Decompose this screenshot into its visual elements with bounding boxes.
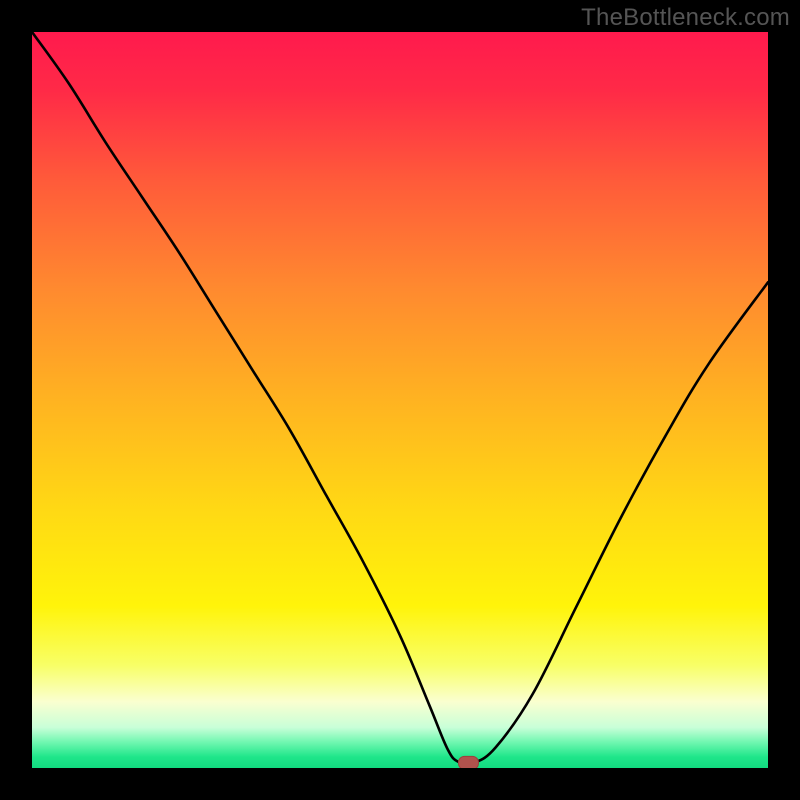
gradient-background (32, 32, 768, 768)
chart-frame: TheBottleneck.com (0, 0, 800, 800)
plot-area (32, 32, 768, 768)
plot-svg (32, 32, 768, 768)
optimal-point-marker (458, 756, 478, 768)
attribution-text: TheBottleneck.com (581, 4, 790, 32)
